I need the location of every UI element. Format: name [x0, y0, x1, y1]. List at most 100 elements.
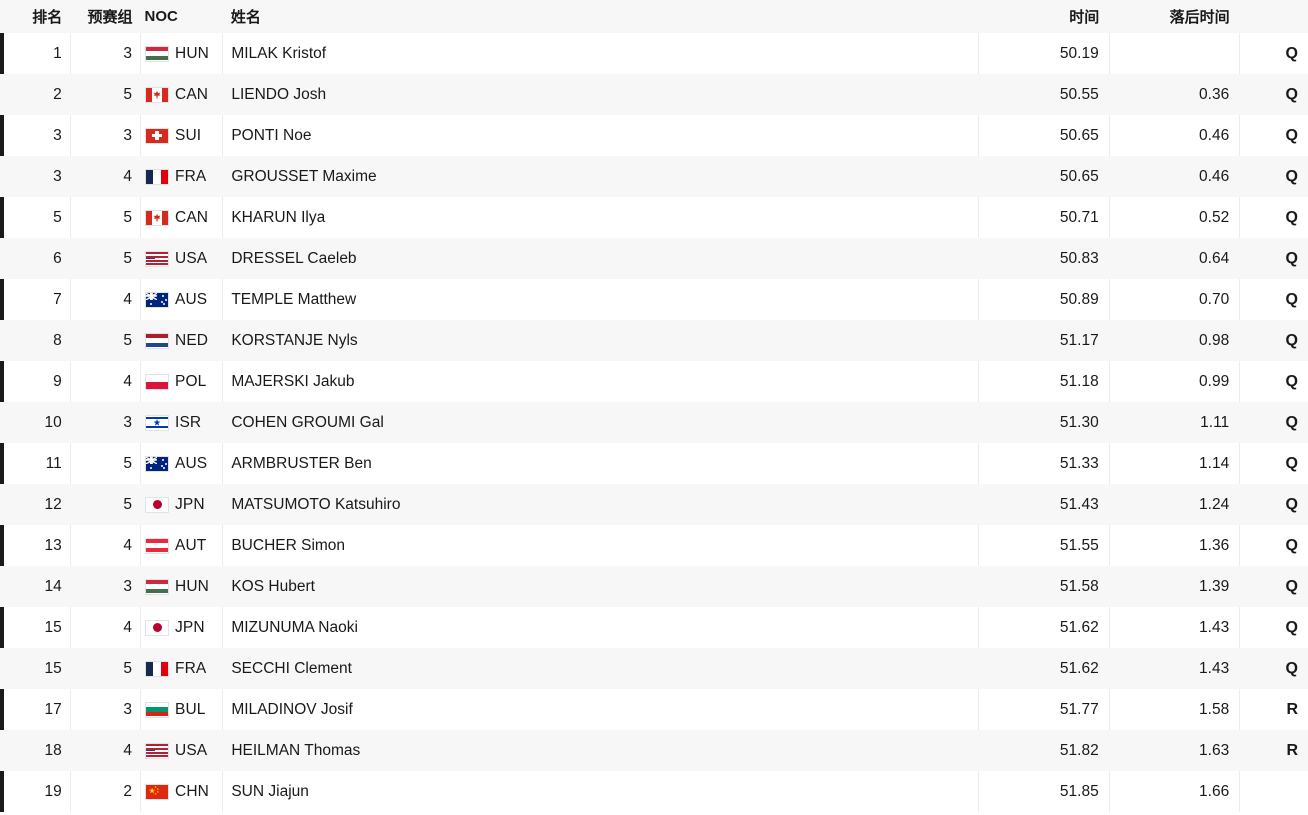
table-row[interactable]: 9 4 POL MAJERSKI Jakub 51.18 0.99 Q: [0, 361, 1308, 402]
cell-heat: 5: [123, 331, 133, 349]
column-header-mark: [1240, 0, 1308, 33]
cell-rank: 5: [0, 197, 71, 238]
table-row[interactable]: 3 4 FRA GROUSSET Maxime 50.65 0.46 Q: [0, 156, 1308, 197]
noc-code: FRA: [175, 167, 207, 185]
cell-heat: 4: [70, 525, 142, 566]
table-row[interactable]: 1 3 HUN MILAK Kristof 50.19 Q: [0, 33, 1308, 74]
cell-qualification-mark: Q: [1239, 115, 1308, 156]
cell-athlete-name[interactable]: SUN Jiajun: [223, 771, 979, 812]
cell-rank: 11: [0, 443, 71, 484]
noc-code: USA: [175, 741, 208, 759]
cell-athlete-name[interactable]: MILADINOV Josif: [223, 689, 979, 730]
cell-rank: 17: [0, 689, 71, 730]
table-row[interactable]: 13 4 AUT BUCHER Simon 51.55 1.36 Q: [0, 525, 1308, 566]
cell-noc: ISR: [141, 402, 223, 443]
table-row[interactable]: 15 5 FRA SECCHI Clement 51.62 1.43 Q: [0, 648, 1308, 689]
cell-athlete-name[interactable]: MILAK Kristof: [223, 33, 979, 74]
cell-athlete-name[interactable]: SECCHI Clement: [223, 648, 979, 689]
cell-rank: 12: [44, 495, 62, 513]
cell-athlete-name[interactable]: GROUSSET Maxime: [223, 156, 979, 197]
cell-gap: 1.14: [1108, 443, 1240, 484]
cell-time: 51.62: [978, 607, 1110, 648]
flag-icon-can: [145, 86, 170, 103]
cell-gap: 0.36: [1199, 85, 1230, 103]
table-row[interactable]: 5 5 CAN KHARUN Ilya 50.71 0.52 Q: [0, 197, 1308, 238]
cell-athlete-name[interactable]: ARMBRUSTER Ben: [223, 443, 979, 484]
table-row[interactable]: 17 3 BUL MILADINOV Josif 51.77 1.58 R: [0, 689, 1308, 730]
column-header-rank[interactable]: 排名: [0, 0, 70, 33]
column-header-gap[interactable]: 落后时间: [1109, 0, 1239, 33]
flag-icon-can: [145, 209, 170, 226]
table-row[interactable]: 2 5 CAN LIENDO Josh 50.55 0.36 Q: [0, 74, 1308, 115]
cell-athlete-name[interactable]: MATSUMOTO Katsuhiro: [223, 484, 979, 525]
table-row[interactable]: 3 3 SUI PONTI Noe 50.65 0.46 Q: [0, 115, 1308, 156]
cell-athlete-name[interactable]: MAJERSKI Jakub: [223, 361, 979, 402]
column-header-time[interactable]: 时间: [979, 0, 1109, 33]
cell-noc: AUS: [140, 443, 224, 484]
table-row[interactable]: 14 3 HUN KOS Hubert 51.58 1.39 Q: [0, 566, 1308, 607]
cell-athlete-name[interactable]: KOS Hubert: [223, 566, 979, 607]
cell-rank: 2: [53, 85, 62, 103]
noc-code: AUS: [175, 454, 208, 472]
cell-qualification-mark: Q: [1239, 33, 1308, 74]
cell-athlete-name[interactable]: PONTI Noe: [223, 115, 979, 156]
cell-athlete-name[interactable]: MIZUNUMA Naoki: [223, 607, 979, 648]
table-header: 排名 预赛组 NOC 姓名 时间 落后时间: [0, 0, 1308, 33]
cell-rank: 18: [44, 741, 62, 759]
cell-time: 51.55: [978, 525, 1110, 566]
cell-athlete-name[interactable]: KORSTANJE Nyls: [223, 320, 979, 361]
flag-icon-jpn: [145, 619, 170, 636]
cell-noc: BUL: [140, 689, 224, 730]
cell-athlete-name[interactable]: DRESSEL Caeleb: [223, 238, 979, 279]
cell-gap: 0.46: [1108, 115, 1240, 156]
column-header-name[interactable]: 姓名: [223, 0, 979, 33]
flag-icon-pol: [145, 373, 170, 390]
cell-time: 51.85: [978, 771, 1110, 812]
column-header-noc[interactable]: NOC: [141, 0, 223, 33]
cell-gap: 1.43: [1199, 659, 1230, 677]
cell-heat: 4: [70, 607, 142, 648]
table-row[interactable]: 6 5 USA DRESSEL Caeleb 50.83 0.64 Q: [0, 238, 1308, 279]
cell-qualification-mark: Q: [1239, 197, 1308, 238]
cell-qualification-mark: [1239, 771, 1308, 812]
noc-code: ISR: [175, 413, 202, 431]
column-header-heat[interactable]: 预赛组: [70, 0, 140, 33]
noc-code: HUN: [175, 577, 209, 595]
cell-rank: 15: [0, 607, 71, 648]
flag-icon-hun: [145, 45, 170, 62]
cell-rank: 15: [44, 659, 62, 677]
cell-heat: 3: [123, 577, 133, 595]
table-row[interactable]: 8 5 NED KORSTANJE Nyls 51.17 0.98 Q: [0, 320, 1308, 361]
cell-athlete-name[interactable]: COHEN GROUMI Gal: [223, 402, 979, 443]
cell-qualification-mark: R: [1239, 689, 1308, 730]
table-row[interactable]: 12 5 JPN MATSUMOTO Katsuhiro 51.43 1.24 Q: [0, 484, 1308, 525]
noc-code: USA: [175, 249, 208, 267]
cell-noc: JPN: [140, 607, 224, 648]
table-row[interactable]: 18 4 USA HEILMAN Thomas 51.82 1.63 R: [0, 730, 1308, 771]
cell-time: 51.82: [1059, 741, 1099, 759]
cell-time: 50.65: [1059, 167, 1099, 185]
cell-heat: 5: [123, 495, 133, 513]
cell-heat: 5: [123, 659, 133, 677]
noc-code: BUL: [175, 700, 206, 718]
cell-athlete-name[interactable]: TEMPLE Matthew: [223, 279, 979, 320]
cell-athlete-name[interactable]: LIENDO Josh: [223, 74, 979, 115]
cell-heat: 4: [123, 741, 133, 759]
cell-athlete-name[interactable]: HEILMAN Thomas: [223, 730, 979, 771]
table-row[interactable]: 15 4 JPN MIZUNUMA Naoki 51.62 1.43 Q: [0, 607, 1308, 648]
noc-code: SUI: [175, 126, 202, 144]
cell-noc: AUT: [140, 525, 224, 566]
table-row[interactable]: 10 3 ISR COHEN GROUMI Gal 51.30 1.11 Q: [0, 402, 1308, 443]
cell-noc: USA: [141, 730, 223, 771]
cell-noc: NED: [141, 320, 223, 361]
cell-time: 51.17: [1059, 331, 1099, 349]
cell-qualification-mark: Q: [1285, 331, 1298, 349]
cell-athlete-name[interactable]: BUCHER Simon: [223, 525, 979, 566]
table-row[interactable]: 19 2 CHN SUN Jiajun 51.85 1.66: [0, 771, 1308, 812]
flag-icon-fra: [145, 660, 170, 677]
cell-time: 50.83: [1059, 249, 1099, 267]
table-row[interactable]: 11 5 AUS ARMBRUSTER Ben 51.33 1.14 Q: [0, 443, 1308, 484]
table-row[interactable]: 7 4 AUS TEMPLE Matthew 50.89 0.70 Q: [0, 279, 1308, 320]
cell-athlete-name[interactable]: KHARUN Ilya: [223, 197, 979, 238]
cell-heat: 4: [70, 279, 142, 320]
